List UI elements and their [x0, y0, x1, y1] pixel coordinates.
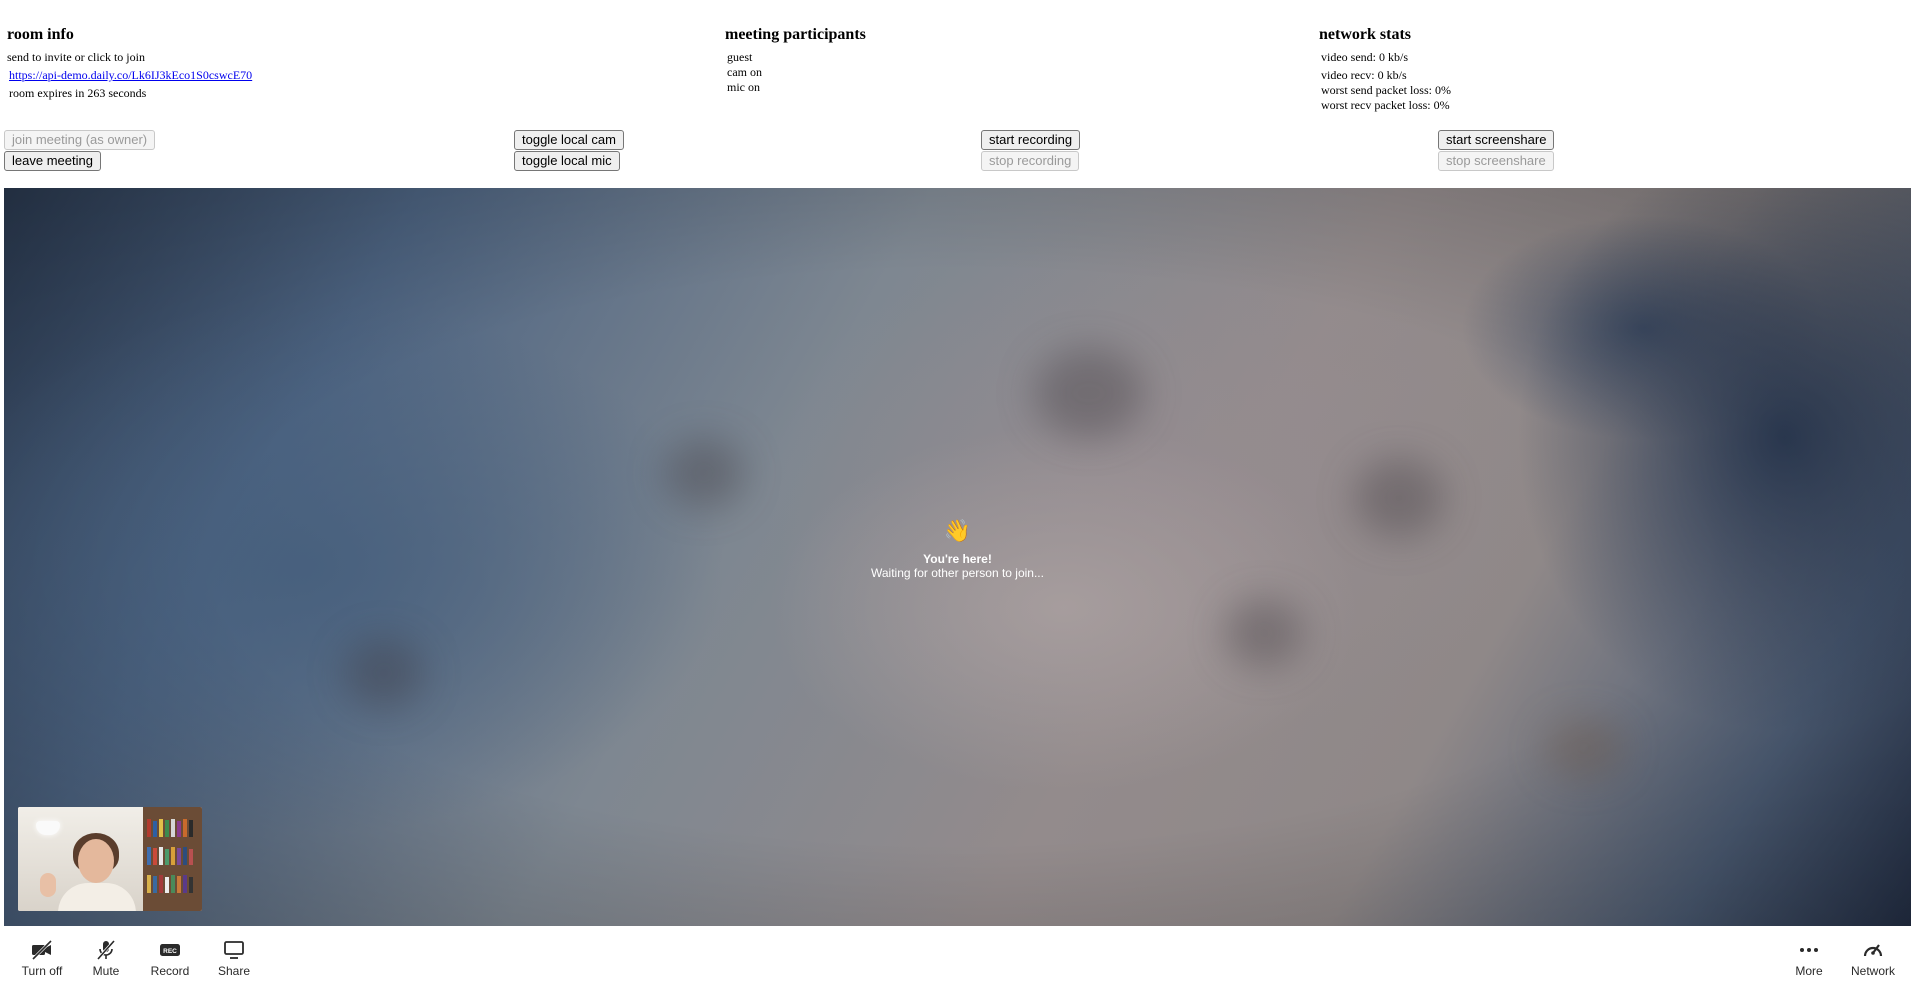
svg-text:REC: REC — [163, 948, 177, 955]
person-hand — [40, 873, 56, 897]
person-face — [78, 839, 114, 883]
monitor-icon — [204, 938, 264, 962]
network-button[interactable]: Network — [1843, 938, 1903, 978]
record-label: Record — [150, 964, 190, 978]
call-video-area: 👋 You're here! Waiting for other person … — [4, 188, 1911, 926]
waving-hand-icon: 👋 — [943, 518, 972, 543]
join-meeting-button[interactable]: join meeting (as owner) — [4, 130, 156, 150]
room-info-panel: room info send to invite or click to joi… — [7, 26, 252, 101]
room-link[interactable]: https://api-demo.daily.co/Lk6IJ3kEco1S0c… — [9, 68, 252, 82]
room-expiry: room expires in 263 seconds — [9, 86, 147, 100]
waiting-subtitle: Waiting for other person to join... — [871, 566, 1044, 580]
more-button[interactable]: More — [1779, 938, 1839, 978]
local-video-preview[interactable] — [18, 807, 202, 911]
participant-cam-status: cam on — [727, 65, 762, 79]
mic-off-icon — [76, 938, 136, 962]
share-label: Share — [217, 964, 251, 978]
worst-send-loss-stat: worst send packet loss: 0% — [1321, 83, 1451, 97]
gauge-icon — [1843, 938, 1903, 962]
share-button[interactable]: Share — [204, 938, 264, 978]
start-recording-button[interactable]: start recording — [981, 130, 1081, 150]
waiting-message: 👋 You're here! Waiting for other person … — [4, 518, 1911, 580]
toggle-mic-button[interactable]: toggle local mic — [514, 151, 620, 171]
video-recv-stat: video recv: 0 kb/s — [1321, 68, 1407, 82]
participants-heading: meeting participants — [725, 26, 866, 43]
call-toolbar: Turn off Mute REC Record Share More Netw… — [0, 926, 1914, 993]
waiting-title: You're here! — [923, 552, 992, 566]
mute-label: Mute — [92, 964, 120, 978]
leave-meeting-button[interactable]: leave meeting — [4, 151, 101, 171]
network-label: Network — [1850, 964, 1895, 978]
ellipsis-icon — [1779, 938, 1839, 962]
turn-off-camera-button[interactable]: Turn off — [12, 938, 72, 978]
worst-recv-loss-stat: worst recv packet loss: 0% — [1321, 98, 1450, 112]
video-send-stat: video send: 0 kb/s — [1321, 50, 1408, 64]
network-stats-panel: network stats video send: 0 kb/s video r… — [1319, 26, 1451, 113]
toggle-cam-button[interactable]: toggle local cam — [514, 130, 624, 150]
turn-off-label: Turn off — [21, 964, 63, 978]
more-label: More — [1795, 964, 1823, 978]
record-button[interactable]: REC Record — [140, 938, 200, 978]
bookshelf — [143, 807, 202, 911]
room-info-heading: room info — [7, 26, 74, 43]
invite-text: send to invite or click to join — [7, 50, 145, 64]
mute-button[interactable]: Mute — [76, 938, 136, 978]
video-off-icon — [12, 938, 72, 962]
network-stats-heading: network stats — [1319, 26, 1411, 43]
rec-icon: REC — [140, 938, 200, 962]
participant-mic-status: mic on — [727, 80, 760, 94]
stop-screenshare-button[interactable]: stop screenshare — [1438, 151, 1554, 171]
participants-panel: meeting participants guest cam on mic on — [725, 26, 866, 95]
start-screenshare-button[interactable]: start screenshare — [1438, 130, 1555, 150]
participant-name: guest — [727, 50, 753, 64]
stop-recording-button[interactable]: stop recording — [981, 151, 1080, 171]
